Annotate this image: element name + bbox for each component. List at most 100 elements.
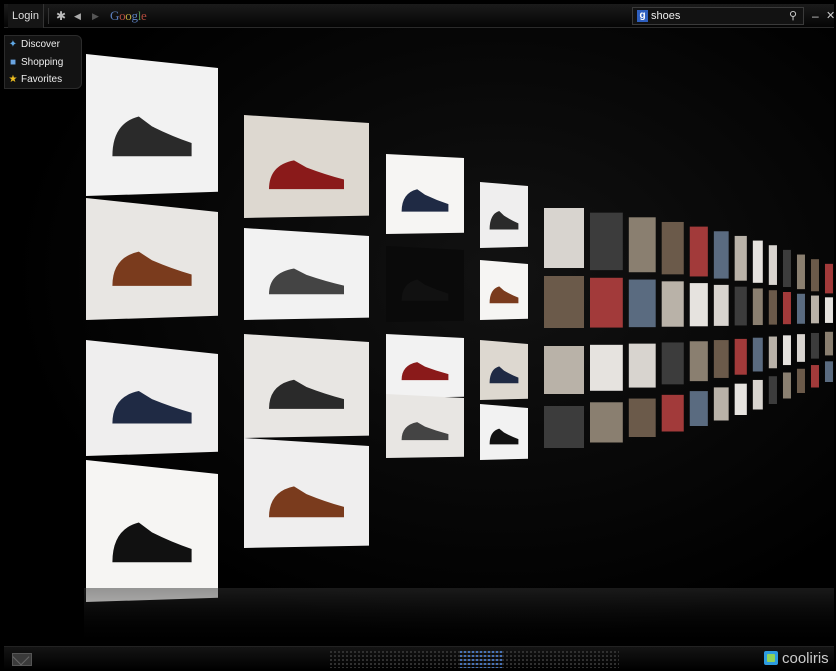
result-tile[interactable]	[782, 335, 791, 366]
result-tile[interactable]	[544, 208, 584, 268]
result-tile[interactable]	[734, 235, 747, 281]
result-tile[interactable]	[544, 276, 584, 328]
scrubber-thumb[interactable]	[459, 650, 503, 668]
result-tile[interactable]	[782, 249, 791, 288]
result-tile[interactable]	[86, 460, 218, 602]
cooliris-logo: cooliris	[764, 650, 829, 668]
result-tile[interactable]	[824, 361, 833, 382]
result-tile[interactable]	[810, 332, 819, 359]
result-tile[interactable]	[386, 394, 464, 458]
sidebar-item-favorites[interactable]: ★ Favorites	[8, 72, 63, 88]
result-tile[interactable]	[590, 277, 623, 328]
result-tile[interactable]	[244, 334, 369, 438]
google-logo: Google	[110, 8, 147, 23]
sidebar-item-label: Discover	[21, 39, 60, 50]
result-tile[interactable]	[628, 343, 656, 388]
result-tile[interactable]	[713, 387, 729, 421]
result-tile[interactable]	[810, 365, 819, 388]
toolbar-divider	[48, 8, 49, 24]
result-tile[interactable]	[86, 340, 218, 456]
result-tile[interactable]	[661, 394, 684, 432]
result-tile[interactable]	[734, 338, 747, 375]
result-tile[interactable]	[689, 226, 708, 277]
result-tile[interactable]	[689, 283, 708, 327]
search-input[interactable]	[651, 8, 781, 24]
mail-icon[interactable]	[12, 653, 32, 666]
result-tile[interactable]	[386, 154, 464, 234]
result-tile[interactable]	[824, 297, 833, 323]
image-wall[interactable]	[4, 28, 834, 646]
forward-arrow-icon[interactable]: ▶	[92, 4, 99, 28]
result-tile[interactable]	[824, 331, 833, 356]
back-arrow-icon[interactable]: ◀	[74, 4, 81, 28]
search-box: g ⚲	[632, 7, 804, 25]
result-tile[interactable]	[768, 290, 777, 325]
floor-reflection	[84, 588, 834, 646]
result-tile[interactable]	[244, 228, 369, 320]
result-tile[interactable]	[796, 334, 805, 362]
close-icon[interactable]: ✕	[826, 4, 835, 28]
search-icon[interactable]: ⚲	[789, 8, 797, 24]
bottom-bar: cooliris	[4, 646, 834, 670]
result-tile[interactable]	[661, 281, 684, 327]
result-tile[interactable]	[544, 406, 584, 448]
result-tile[interactable]	[689, 341, 708, 382]
result-tile[interactable]	[628, 279, 656, 328]
result-tile[interactable]	[796, 254, 805, 290]
brand-name: cooliris	[782, 650, 829, 667]
result-tile[interactable]	[480, 404, 528, 460]
result-tile[interactable]	[244, 438, 369, 548]
result-tile[interactable]	[628, 398, 656, 437]
sidebar-item-label: Shopping	[21, 57, 64, 68]
result-tile[interactable]	[752, 288, 763, 326]
result-tile[interactable]	[734, 383, 747, 415]
result-tile[interactable]	[480, 182, 528, 248]
google-search-icon: g	[637, 10, 648, 22]
result-tile[interactable]	[796, 293, 805, 324]
top-toolbar: Login ✱ ◀ ▶ Google g ⚲ – ✕	[4, 4, 835, 28]
result-tile[interactable]	[782, 372, 791, 399]
result-tile[interactable]	[734, 286, 747, 326]
sidebar-menu: ✦ Discover ■ Shopping ★ Favorites	[4, 35, 82, 89]
result-tile[interactable]	[386, 334, 464, 398]
result-tile[interactable]	[713, 231, 729, 279]
result-tile[interactable]	[86, 54, 218, 196]
result-tile[interactable]	[752, 337, 763, 372]
result-tile[interactable]	[796, 368, 805, 393]
result-tile[interactable]	[661, 221, 684, 275]
image-wall-canvas[interactable]	[4, 28, 834, 646]
result-tile[interactable]	[752, 240, 763, 283]
result-tile[interactable]	[768, 376, 777, 404]
wall-scrubber[interactable]	[329, 650, 619, 668]
cooliris-logo-icon	[764, 651, 778, 665]
sidebar-item-discover[interactable]: ✦ Discover	[8, 37, 60, 53]
gear-icon[interactable]: ✱	[56, 4, 66, 28]
result-tile[interactable]	[86, 198, 218, 320]
result-tile[interactable]	[713, 340, 729, 378]
sidebar-item-label: Favorites	[21, 74, 63, 85]
result-tile[interactable]	[590, 344, 623, 391]
result-tile[interactable]	[713, 284, 729, 326]
result-tile[interactable]	[782, 291, 791, 325]
result-tile[interactable]	[661, 342, 684, 385]
result-tile[interactable]	[628, 217, 656, 273]
sidebar-item-shopping[interactable]: ■ Shopping	[8, 55, 63, 71]
result-tile[interactable]	[810, 295, 819, 324]
result-tile[interactable]	[752, 379, 763, 410]
result-tile[interactable]	[590, 212, 623, 271]
result-tile[interactable]	[590, 402, 623, 443]
result-tile[interactable]	[768, 245, 777, 285]
result-tile[interactable]	[244, 115, 369, 218]
result-tile[interactable]	[810, 259, 819, 292]
result-tile[interactable]	[768, 336, 777, 369]
result-tile[interactable]	[386, 246, 464, 322]
result-tile[interactable]	[824, 263, 833, 294]
result-tile[interactable]	[480, 340, 528, 400]
star-icon: ★	[8, 74, 18, 85]
login-button[interactable]: Login	[8, 4, 44, 28]
shopping-bag-icon: ■	[9, 57, 17, 68]
minimize-icon[interactable]: –	[812, 4, 819, 28]
result-tile[interactable]	[480, 260, 528, 320]
result-tile[interactable]	[544, 346, 584, 394]
result-tile[interactable]	[689, 391, 708, 426]
